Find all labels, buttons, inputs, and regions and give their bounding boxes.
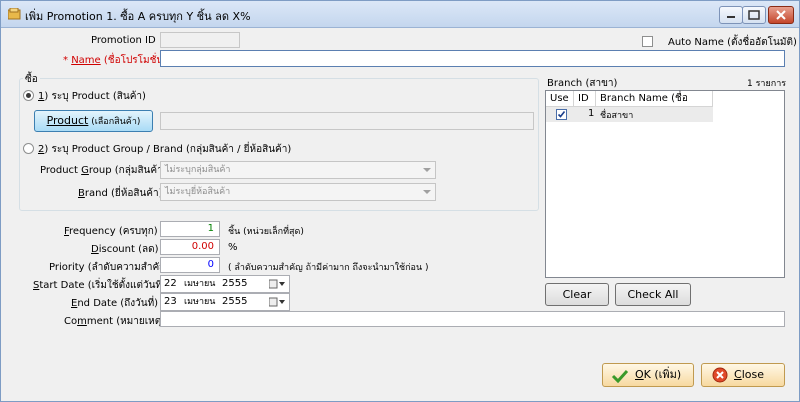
option-group-brand-label: 2) ระบุ Product Group / Brand (กลุ่มสินค… bbox=[38, 144, 292, 155]
product-group-label: Product Group (กลุ่มสินค้า) bbox=[40, 165, 167, 176]
auto-name-label: Auto Name (ตั้งชื่ออัตโนมัติ) bbox=[668, 37, 797, 48]
buy-group-legend: ซื้อ bbox=[23, 72, 40, 87]
branch-count: 1 รายการ bbox=[747, 79, 787, 89]
discount-label: Discount (ลด) bbox=[91, 244, 159, 255]
checkmark-icon bbox=[557, 111, 566, 118]
auto-name-checkbox[interactable] bbox=[642, 36, 653, 47]
end-date-picker[interactable]: 23 เมษายน 2555 bbox=[160, 293, 290, 311]
branch-title: Branch (สาขา) bbox=[547, 78, 618, 89]
name-label: * Name (ชื่อโปรโมชั่น) bbox=[63, 55, 168, 66]
checkmark-icon bbox=[611, 369, 629, 383]
column-header-branch-name[interactable]: Branch Name (ชื่อสาขา) bbox=[596, 91, 713, 119]
close-window-button[interactable] bbox=[768, 6, 794, 24]
discount-input[interactable]: 0.00 bbox=[160, 239, 220, 255]
title-bar: เพิ่ม Promotion 1. ซื้อ A ครบทุก Y ชิ้น … bbox=[1, 1, 799, 28]
close-button[interactable]: Close bbox=[701, 363, 785, 387]
option-product-radio[interactable] bbox=[23, 90, 34, 101]
chevron-down-icon bbox=[423, 168, 431, 172]
promotion-window: เพิ่ม Promotion 1. ซื้อ A ครบทุก Y ชิ้น … bbox=[0, 0, 800, 402]
priority-label: Priority (ลำดับความสำคัญ) bbox=[49, 262, 172, 273]
brand-select: ไม่ระบุยี่ห้อสินค้า bbox=[160, 183, 436, 201]
option-group-brand-radio[interactable] bbox=[23, 143, 34, 154]
minimize-icon bbox=[727, 16, 735, 18]
start-date-label: Start Date (เริ่มใช้ตั้งแต่วันที่) bbox=[33, 280, 166, 291]
brand-label: Brand (ยี่ห้อสินค้า) bbox=[78, 188, 163, 199]
check-all-button[interactable]: Check All bbox=[615, 283, 691, 306]
frequency-label: Frequency (ครบทุก) bbox=[64, 226, 158, 237]
maximize-icon bbox=[748, 10, 760, 20]
chevron-down-icon bbox=[423, 190, 431, 194]
clear-button[interactable]: Clear bbox=[545, 283, 609, 306]
app-icon bbox=[8, 8, 21, 20]
maximize-button[interactable] bbox=[742, 6, 766, 24]
discount-unit: % bbox=[228, 242, 238, 253]
priority-input[interactable]: 0 bbox=[160, 257, 220, 273]
column-header-id[interactable]: ID bbox=[574, 91, 596, 107]
comment-input[interactable] bbox=[160, 311, 785, 327]
branch-name-cell: ชื่อสาขา bbox=[600, 111, 634, 121]
calendar-dropdown-icon[interactable] bbox=[269, 279, 285, 289]
promotion-id-field bbox=[160, 32, 240, 48]
table-row[interactable]: 1 ชื่อสาขา bbox=[546, 107, 713, 122]
select-product-button[interactable]: Product (เลือกสินค้า) bbox=[34, 110, 153, 132]
branch-id-cell: 1 bbox=[588, 108, 595, 119]
branch-grid[interactable]: Use ID Branch Name (ชื่อสาขา) 1 ชื่อสาขา bbox=[545, 90, 785, 278]
name-input[interactable] bbox=[160, 50, 785, 67]
close-icon bbox=[776, 10, 786, 20]
frequency-input[interactable]: 1 bbox=[160, 221, 220, 237]
frequency-unit: ชิ้น (หน่วยเล็กที่สุด) bbox=[228, 227, 304, 237]
start-date-picker[interactable]: 22 เมษายน 2555 bbox=[160, 275, 290, 293]
product-field bbox=[160, 112, 534, 130]
promotion-id-label: Promotion ID bbox=[91, 35, 156, 46]
minimize-button[interactable] bbox=[719, 6, 743, 24]
option-product-label: 1) ระบุ Product (สินค้า) bbox=[38, 91, 146, 102]
calendar-dropdown-icon[interactable] bbox=[269, 297, 285, 307]
ok-button[interactable]: OK (เพิ่ม) bbox=[602, 363, 694, 387]
branch-use-checkbox[interactable] bbox=[556, 109, 567, 120]
column-header-use[interactable]: Use bbox=[546, 91, 574, 107]
window-title: เพิ่ม Promotion 1. ซื้อ A ครบทุก Y ชิ้น … bbox=[25, 10, 251, 23]
cancel-icon bbox=[712, 367, 728, 383]
product-group-select: ไม่ระบุกลุ่มสินค้า bbox=[160, 161, 436, 179]
comment-label: Comment (หมายเหตุ) bbox=[64, 316, 166, 327]
end-date-label: End Date (ถึงวันที่) bbox=[71, 298, 159, 309]
priority-hint: ( ลำดับความสำคัญ ถ้ามีค่ามาก ถึงจะนำมาใช… bbox=[228, 263, 429, 273]
